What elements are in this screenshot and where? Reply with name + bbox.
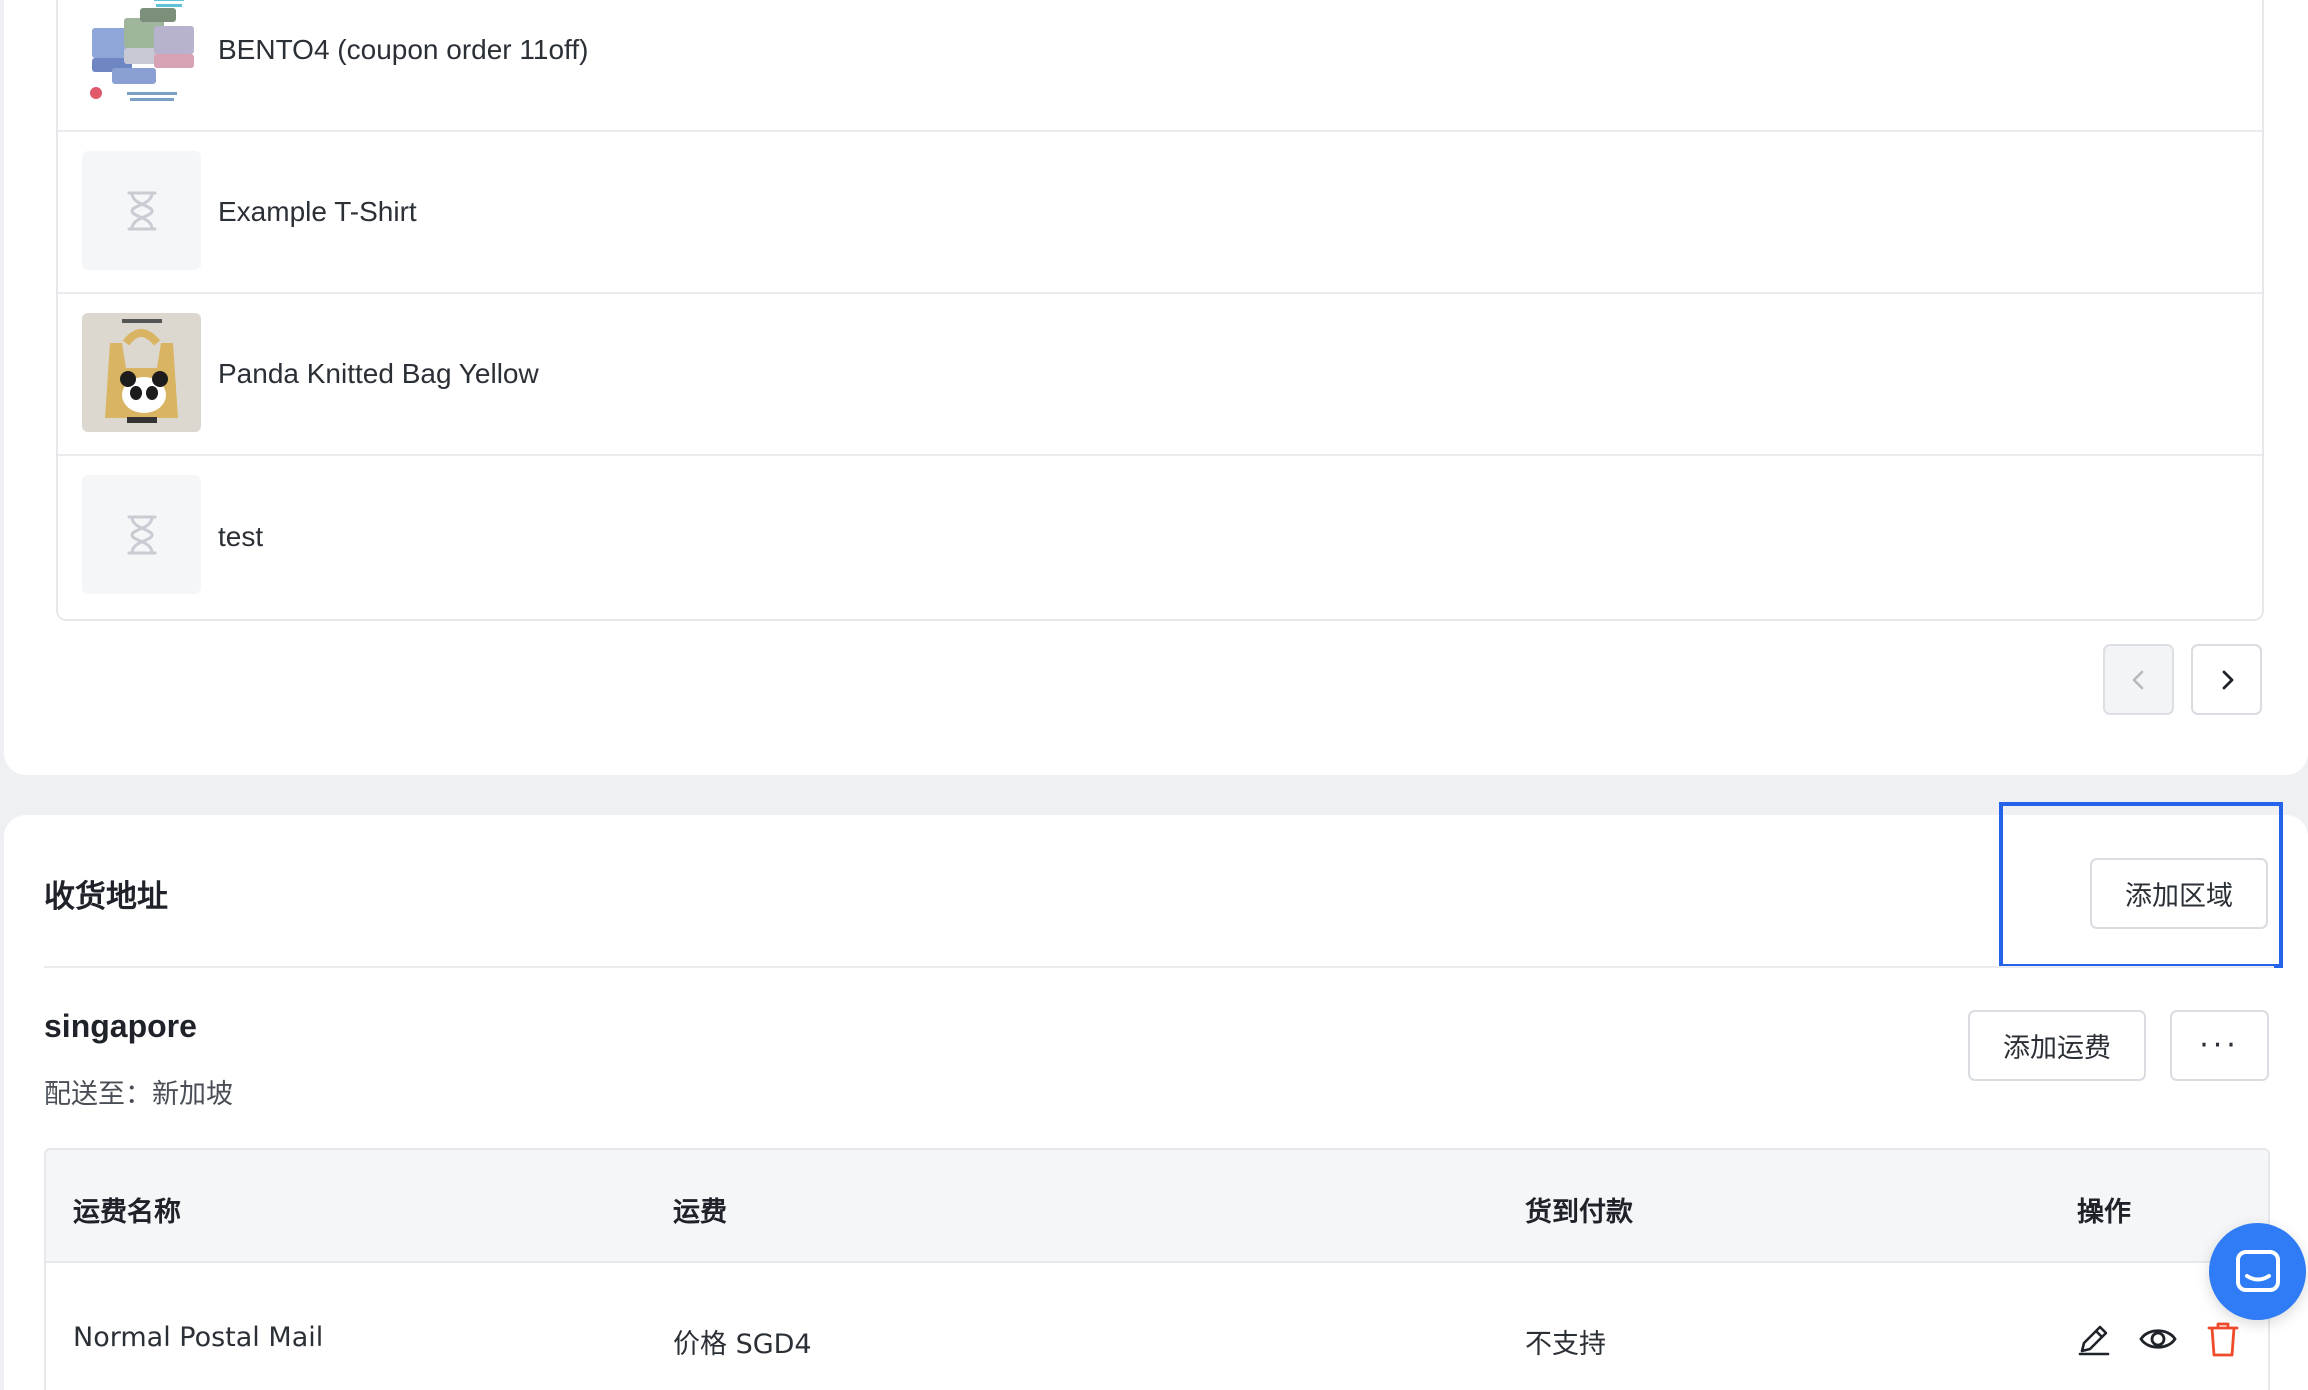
placeholder-hourglass-icon [82,151,201,270]
placeholder-hourglass-icon [82,475,201,594]
product-row[interactable]: Example T-Shirt [58,132,2262,294]
zone-name: singapore [44,1008,197,1044]
panda-bag-image [82,313,201,432]
product-name: Panda Knitted Bag Yellow [218,358,539,389]
prev-page-button[interactable] [2103,644,2174,715]
header-actions: 操作 [2077,1197,2131,1228]
rate-price: 价格 SGD4 [673,1329,812,1360]
header-rate-name: 运费名称 [73,1197,181,1228]
shipping-card: 收货地址 添加区域 singapore 配送至：新加坡 添加运费 ··· 运费名… [4,802,2308,1390]
zone-deliver-to: 配送至：新加坡 [44,1079,233,1110]
header-cod: 货到付款 [1525,1197,1633,1228]
rates-table: 运费名称 运费 货到付款 操作 Normal Postal Mail 价格 SG… [44,1148,2270,1390]
product-name: test [218,521,264,552]
table-header: 运费名称 运费 货到付款 操作 [46,1150,2268,1263]
chat-launcher-button[interactable] [2209,1223,2306,1320]
chevron-right-icon [2222,670,2233,689]
product-card: BENTO4 (coupon order 11off) Example T-Sh… [4,0,2308,775]
product-row[interactable]: Panda Knitted Bag Yellow [58,294,2262,456]
next-page-button[interactable] [2191,644,2262,715]
product-list: BENTO4 (coupon order 11off) Example T-Sh… [56,0,2264,621]
chat-icon [2235,1249,2280,1292]
more-options-button[interactable]: ··· [2170,1010,2269,1081]
divider [44,966,2274,968]
rate-cod: 不支持 [1525,1329,1606,1360]
chevron-left-icon [2132,670,2143,689]
bento-box-image [82,0,201,107]
product-row[interactable]: BENTO4 (coupon order 11off) [58,0,2262,132]
add-rate-button[interactable]: 添加运费 [1968,1010,2146,1081]
product-row[interactable]: test [58,456,2262,618]
product-name: BENTO4 (coupon order 11off) [218,34,589,65]
edit-icon[interactable] [2074,1319,2114,1359]
product-name: Example T-Shirt [218,196,417,227]
add-region-button[interactable]: 添加区域 [2090,858,2268,929]
view-icon[interactable] [2138,1319,2178,1359]
rate-name: Normal Postal Mail [73,1322,324,1353]
header-rate: 运费 [673,1197,727,1228]
delete-icon[interactable] [2203,1319,2243,1359]
section-title: 收货地址 [44,879,168,914]
